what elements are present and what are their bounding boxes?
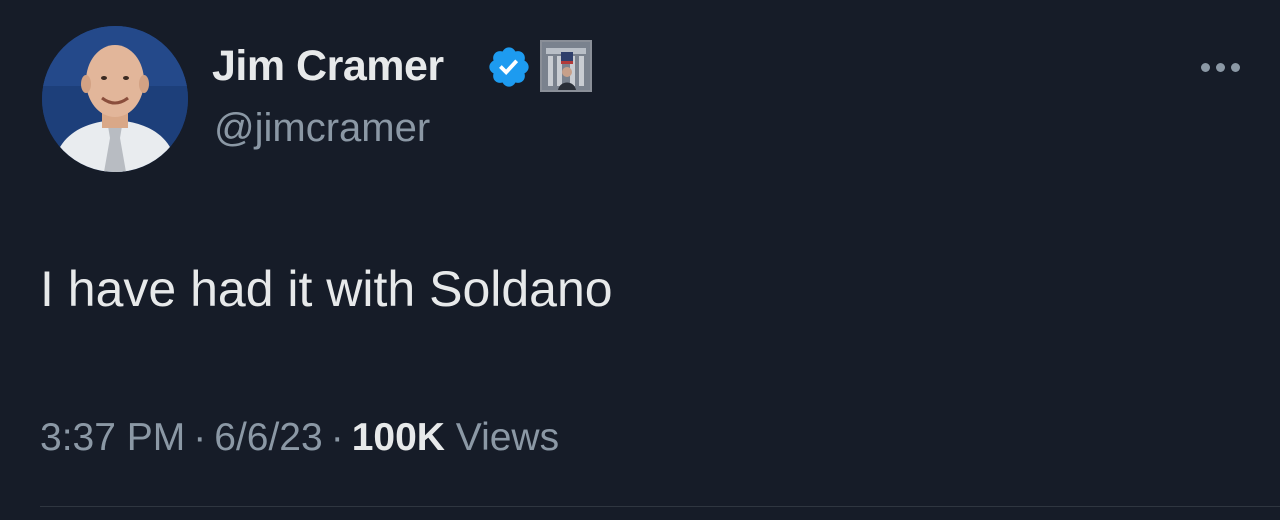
tweet-metadata: 3:37 PM · 6/6/23 · 100K Views <box>40 414 559 462</box>
meta-separator: · <box>193 416 207 459</box>
meta-separator: · <box>330 416 344 459</box>
more-options-icon[interactable] <box>1192 52 1248 82</box>
tweet-date[interactable]: 6/6/23 <box>214 416 322 459</box>
display-name[interactable]: Jim Cramer <box>212 40 444 92</box>
views-label: Views <box>455 416 560 459</box>
tweet-card: Jim Cramer @jimcramer I have had it with… <box>0 0 1280 520</box>
more-dot <box>1215 62 1225 72</box>
more-dot <box>1200 62 1210 72</box>
affiliate-badge-image <box>542 42 590 90</box>
affiliate-badge-icon[interactable] <box>540 40 592 92</box>
avatar-photo <box>42 26 188 172</box>
tweet-time[interactable]: 3:37 PM <box>40 416 185 459</box>
divider <box>40 506 1280 507</box>
verified-badge-icon <box>489 47 529 87</box>
avatar[interactable] <box>42 26 188 172</box>
more-dot <box>1230 62 1240 72</box>
views-count[interactable]: 100K <box>352 416 445 459</box>
user-handle[interactable]: @jimcramer <box>214 104 430 152</box>
tweet-text: I have had it with Soldano <box>40 261 613 317</box>
